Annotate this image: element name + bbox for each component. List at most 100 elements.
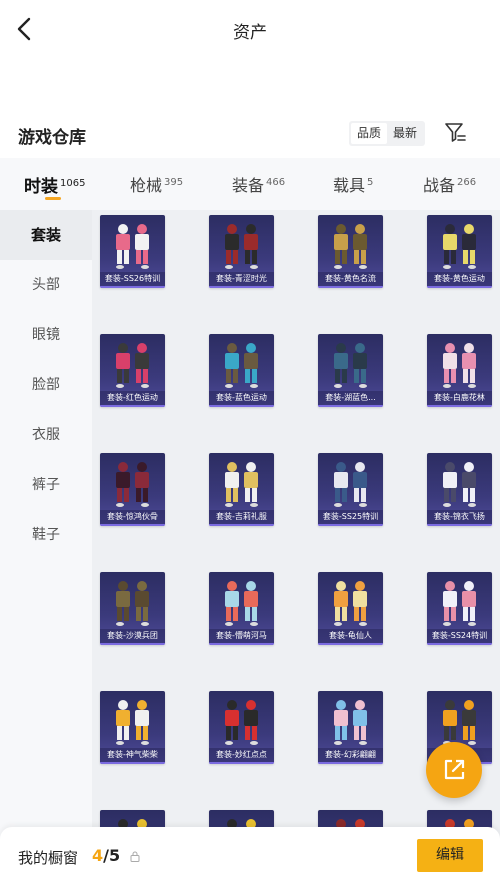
edit-button[interactable]: 编辑 <box>417 839 483 872</box>
sidebar-item-head[interactable]: 头部 <box>0 260 92 310</box>
active-tab-indicator <box>45 197 61 200</box>
outfit-image <box>334 462 367 507</box>
outfit-card[interactable]: 套装-神气柴柴 <box>100 691 165 764</box>
outfit-name: 套装-白鹿花林 <box>427 391 492 405</box>
quality-strip <box>100 286 165 288</box>
outfit-name: 套装-青涩时光 <box>209 272 274 286</box>
quality-strip <box>427 405 492 407</box>
quality-strip <box>427 524 492 526</box>
page-title: 资产 <box>233 23 267 43</box>
showcase-bar: 我的橱窗 4/5 编辑 <box>0 827 500 885</box>
outfit-card[interactable]: 套装-白鹿花林 <box>427 334 492 407</box>
outfit-image <box>116 700 149 745</box>
outfit-image <box>116 462 149 507</box>
tab-count: 5 <box>367 177 374 188</box>
outfit-image <box>334 700 367 745</box>
quality-strip <box>427 643 492 645</box>
outfit-card[interactable]: 套装-红色运动 <box>100 334 165 407</box>
sort-newest-option[interactable]: 最新 <box>387 123 423 144</box>
sort-toggle: 品质 最新 <box>349 121 426 146</box>
sidebar-item-clothes[interactable]: 衣服 <box>0 410 92 460</box>
tab-supplies[interactable]: 战备 266 <box>423 172 476 196</box>
quality-strip <box>209 524 274 526</box>
outfit-name: 套装-懵萌河马 <box>209 629 274 643</box>
outfit-name: 套装-吉莉礼服 <box>209 510 274 524</box>
outfit-image <box>443 700 476 745</box>
quality-strip <box>100 762 165 764</box>
sidebar-item-outfits[interactable]: 套装 <box>0 210 92 260</box>
sidebar: 套装 头部 眼镜 脸部 衣服 裤子 鞋子 <box>0 210 92 885</box>
showcase-count: 4/5 <box>92 846 121 865</box>
showcase-label: 我的橱窗 <box>18 849 79 867</box>
filter-icon[interactable] <box>444 121 468 145</box>
outfit-name: 套装-神气柴柴 <box>100 748 165 762</box>
outfit-image <box>116 581 149 626</box>
sort-quality-option[interactable]: 品质 <box>351 123 388 144</box>
outfit-image <box>225 462 258 507</box>
outfit-name: 套装-黄色名流 <box>318 272 383 286</box>
outfit-name: 套装-沙漠兵团 <box>100 629 165 643</box>
tab-count: 466 <box>266 177 286 188</box>
quality-strip <box>100 643 165 645</box>
outfit-card[interactable]: 套装-幻彩翩翩 <box>318 691 383 764</box>
quality-strip <box>100 524 165 526</box>
outfit-image <box>443 224 476 269</box>
outfit-card[interactable]: 套装-懵萌河马 <box>209 572 274 645</box>
outfit-card[interactable]: 套装-SS24特训 <box>427 572 492 645</box>
tab-count: 1065 <box>60 178 86 189</box>
quality-strip <box>209 643 274 645</box>
outfit-card[interactable]: 套装-SS25特训 <box>318 453 383 526</box>
outfit-image <box>334 343 367 388</box>
outfit-name: 套装-龟仙人 <box>318 629 383 643</box>
quality-strip <box>318 643 383 645</box>
outfit-card[interactable]: 套装-沙漠兵团 <box>100 572 165 645</box>
quality-strip <box>318 524 383 526</box>
outfit-name: 套装-红色运动 <box>100 391 165 405</box>
outfit-image <box>116 224 149 269</box>
outfit-name: 套装-SS24特训 <box>427 629 492 643</box>
quality-strip <box>209 286 274 288</box>
tab-count: 395 <box>164 177 184 188</box>
outfit-card[interactable]: 套装-SS26特训 <box>100 215 165 288</box>
outfit-card[interactable]: 套装-锦衣飞扬 <box>427 453 492 526</box>
outfit-name: 套装-SS26特训 <box>100 272 165 286</box>
sidebar-item-shoes[interactable]: 鞋子 <box>0 510 92 560</box>
outfit-image <box>334 224 367 269</box>
warehouse-title: 游戏仓库 <box>18 128 86 148</box>
outfit-image <box>443 343 476 388</box>
quality-strip <box>209 762 274 764</box>
tab-guns[interactable]: 枪械 395 <box>130 172 183 196</box>
sidebar-item-pants[interactable]: 裤子 <box>0 460 92 510</box>
outfit-card[interactable]: 套装-龟仙人 <box>318 572 383 645</box>
outfit-name: 套装-惊鸿伙骨 <box>100 510 165 524</box>
quality-strip <box>427 286 492 288</box>
quality-strip <box>318 762 383 764</box>
outfit-name: 套装-湖蓝色... <box>318 391 383 405</box>
outfit-card[interactable]: 套装-黄色运动 <box>427 215 492 288</box>
sidebar-item-glasses[interactable]: 眼镜 <box>0 310 92 360</box>
quality-strip <box>318 286 383 288</box>
tab-fashion[interactable]: 时装 1065 <box>24 172 85 197</box>
outfit-card[interactable]: 套装-黄色名流 <box>318 215 383 288</box>
quality-strip <box>209 405 274 407</box>
share-out-icon <box>444 759 465 780</box>
outfit-card[interactable]: 套装-妙红点点 <box>209 691 274 764</box>
outfit-name: 套装-SS25特训 <box>318 510 383 524</box>
outfit-image <box>334 581 367 626</box>
outfit-card[interactable]: 套装-湖蓝色... <box>318 334 383 407</box>
share-fab-button[interactable] <box>426 742 482 798</box>
lock-icon <box>130 851 140 862</box>
outfit-image <box>225 224 258 269</box>
outfit-card[interactable]: 套装-惊鸿伙骨 <box>100 453 165 526</box>
tab-vehicles[interactable]: 载具 5 <box>333 172 373 196</box>
outfit-image <box>443 462 476 507</box>
outfit-card[interactable]: 套装-蓝色运动 <box>209 334 274 407</box>
tab-equipment[interactable]: 装备 466 <box>232 172 285 196</box>
outfit-card[interactable]: 套装-吉莉礼服 <box>209 453 274 526</box>
outfit-name: 套装-锦衣飞扬 <box>427 510 492 524</box>
page: 资产 游戏仓库 品质 最新 时装 1065 枪械 395 装备 466 载具 5 战备 2… <box>0 0 500 885</box>
outfit-image <box>225 700 258 745</box>
outfit-card[interactable]: 套装-青涩时光 <box>209 215 274 288</box>
sidebar-item-face[interactable]: 脸部 <box>0 360 92 410</box>
outfit-name: 套装-妙红点点 <box>209 748 274 762</box>
